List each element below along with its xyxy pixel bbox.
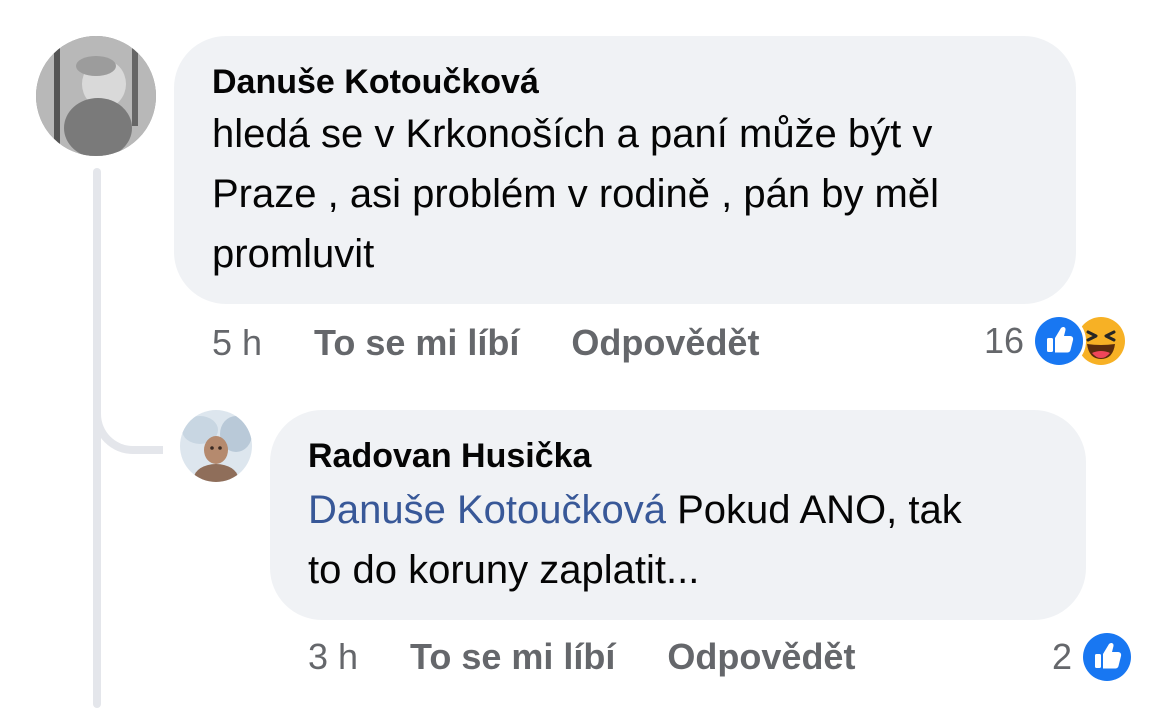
comment-bubble: Radovan Husička Danuše Kotoučková Pokud … [270, 410, 1086, 620]
comment-actions: 5 h To se mi líbí Odpovědět [212, 320, 759, 366]
reaction-summary[interactable]: 2 [1052, 628, 1135, 686]
like-icon [1032, 314, 1087, 368]
reaction-count: 16 [984, 320, 1025, 361]
reaction-count: 2 [1052, 636, 1073, 677]
comment-actions: 3 h To se mi líbí Odpovědět [308, 634, 855, 680]
like-icon [1080, 630, 1135, 684]
comment-timestamp[interactable]: 3 h [308, 636, 358, 678]
avatar-photo [180, 410, 252, 482]
comment-author[interactable]: Radovan Husička [308, 436, 1048, 476]
comment-text-line: hledá se v Krkonoších a paní může být v [212, 112, 933, 156]
reaction-summary[interactable]: 16 [984, 312, 1129, 370]
thread-line [93, 168, 101, 708]
comment-bubble: Danuše Kotoučková hledá se v Krkonoších … [174, 36, 1076, 304]
avatar[interactable] [180, 410, 252, 482]
comment-text-line: to do koruny zaplatit... [308, 548, 700, 592]
avatar[interactable] [36, 36, 156, 156]
comment-text: Pokud ANO, tak [666, 488, 962, 532]
comment-text-line: promluvit [212, 232, 375, 276]
reply-button[interactable]: Odpovědět [667, 636, 855, 678]
comment-text-line: Praze , asi problém v rodině , pán by mě… [212, 172, 940, 216]
avatar-photo [36, 36, 156, 156]
comment-text-line: Danuše Kotoučková Pokud ANO, tak [308, 480, 1048, 540]
comment-timestamp[interactable]: 5 h [212, 322, 262, 364]
like-button[interactable]: To se mi líbí [410, 636, 615, 678]
reply-button[interactable]: Odpovědět [571, 322, 759, 364]
reply-connector [93, 330, 163, 454]
comment-author[interactable]: Danuše Kotoučková [212, 62, 1038, 102]
mention-link[interactable]: Danuše Kotoučková [308, 488, 666, 532]
like-button[interactable]: To se mi líbí [314, 322, 519, 364]
